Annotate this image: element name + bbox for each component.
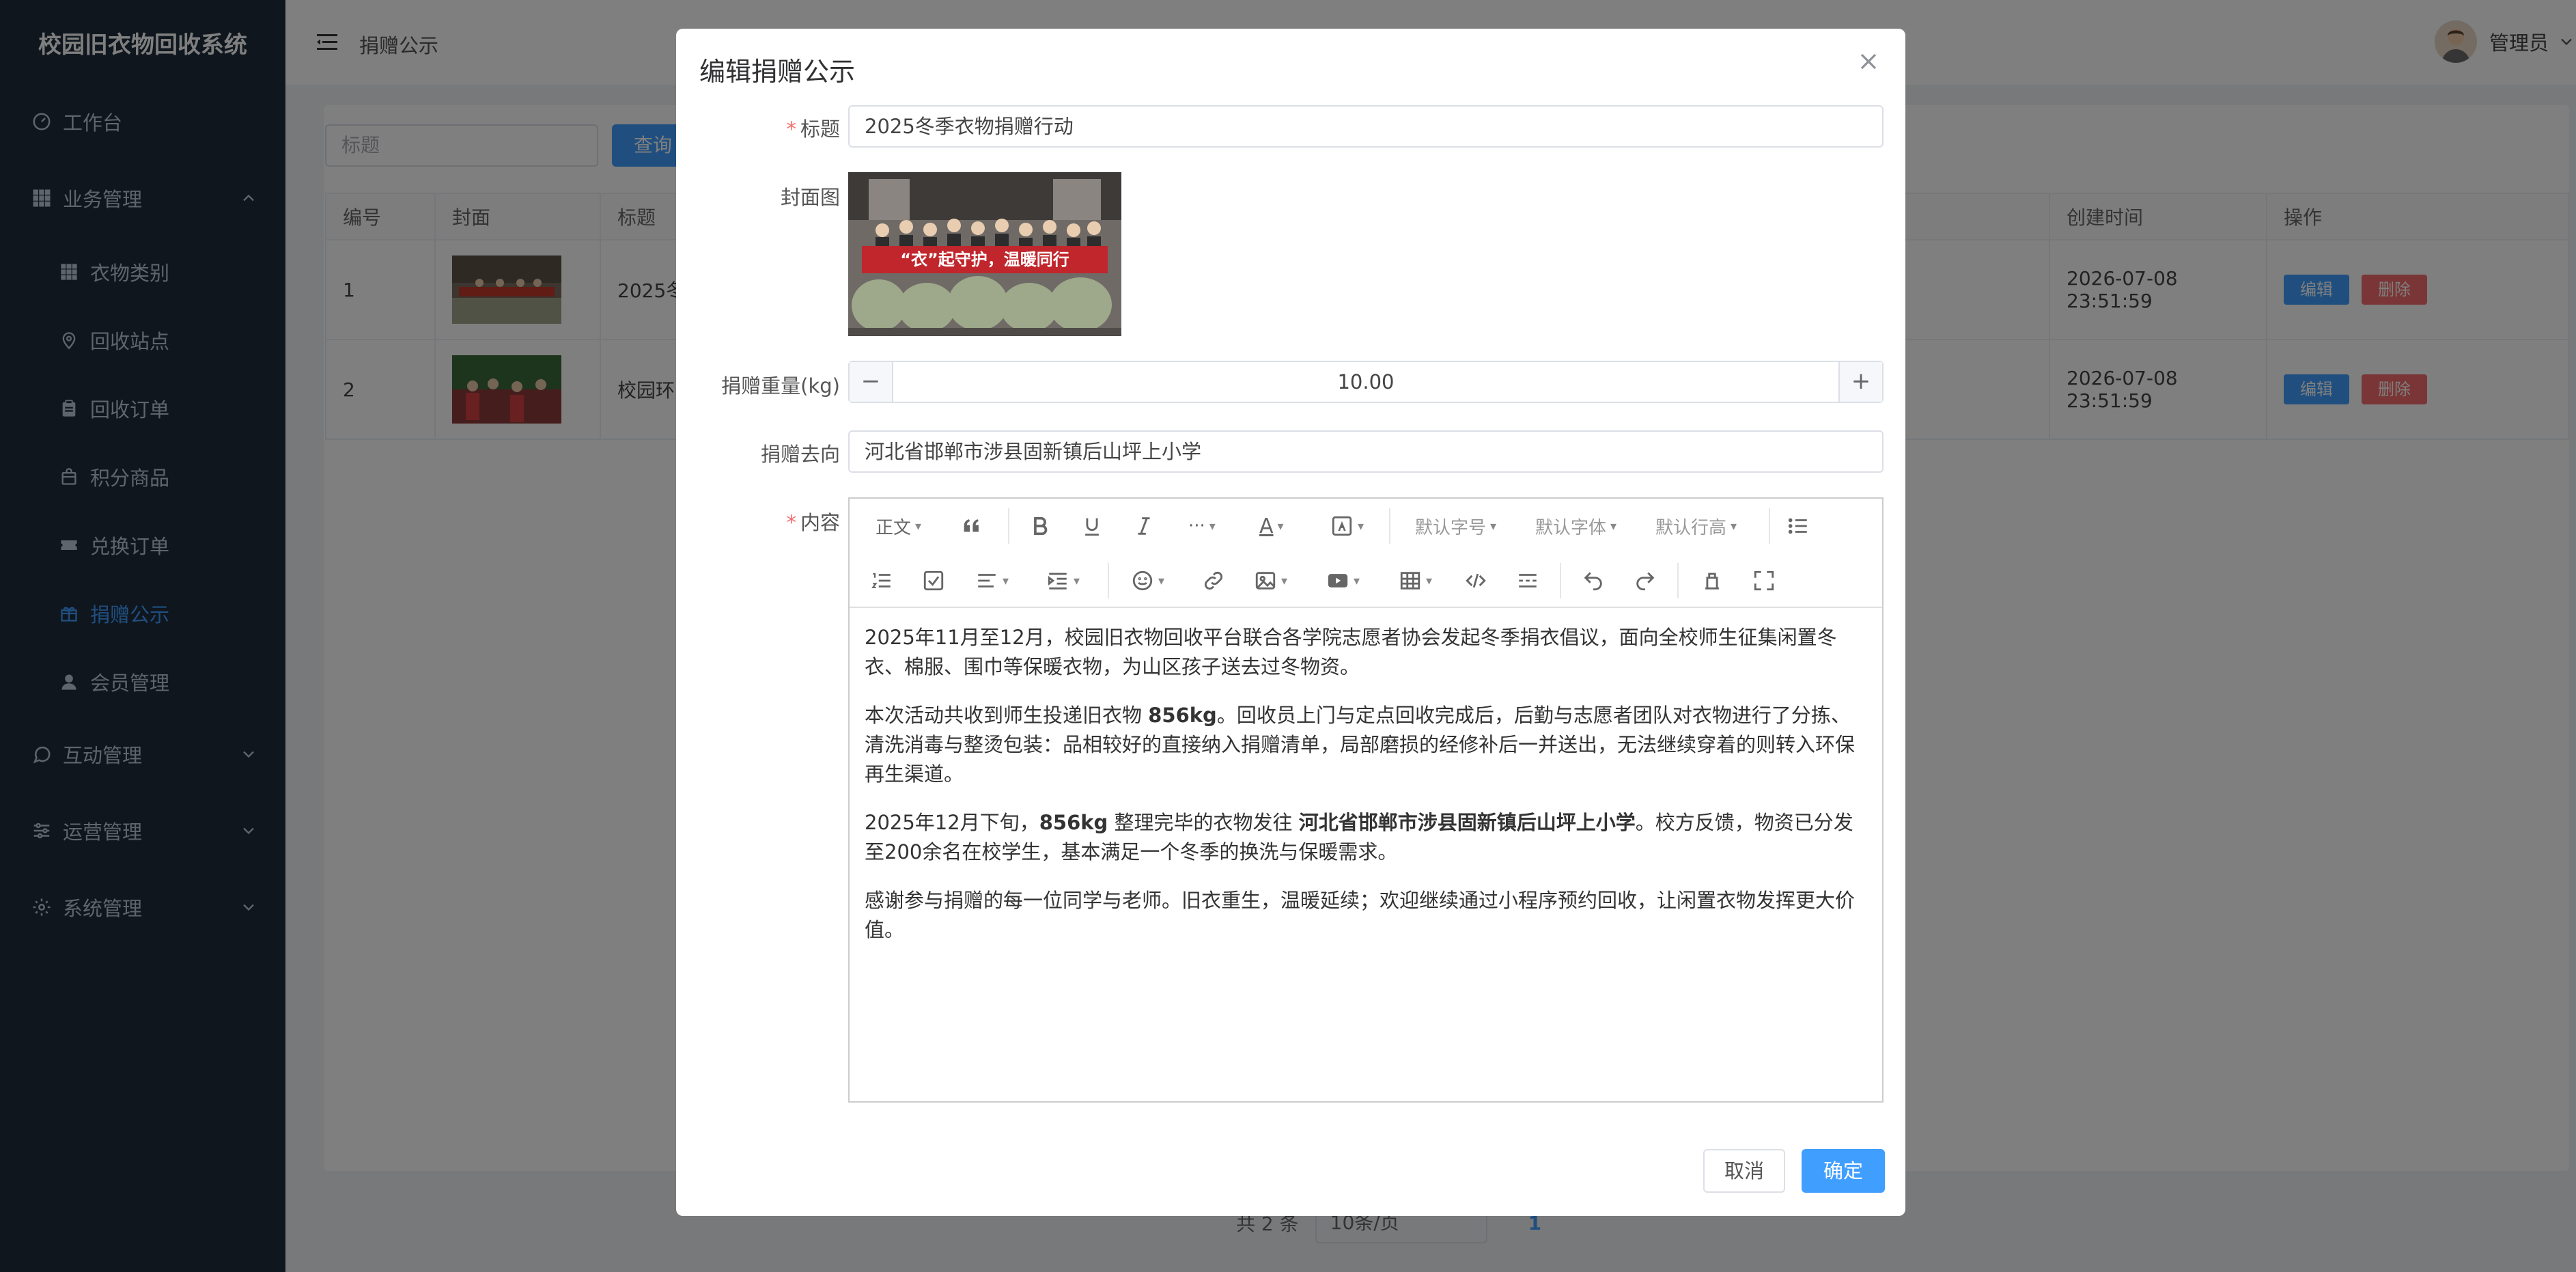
destination-input[interactable]: 河北省邯郸市涉县固新镇后山坪上小学 [848,430,1884,473]
dialog-title: 编辑捐赠公示 [699,57,856,87]
cancel-button[interactable]: 取消 [1703,1149,1785,1193]
weight-value[interactable]: 10.00 [893,362,1838,402]
cover-image-upload[interactable]: “衣”起守护，温暖同行 [848,172,1121,336]
clear-format-icon[interactable] [1700,566,1724,596]
toolbar-separator [1008,508,1009,544]
font-color-icon[interactable]: A ▾ [1259,511,1284,541]
toolbar-separator [1560,563,1561,598]
editor-content[interactable]: 2025年11月至12月，校园旧衣物回收平台联合各学院志愿者协会发起冬季捐衣倡议… [865,623,1868,964]
editor-toolbar: 正文 ▾ ··· ▾ A ▾ ▾ 默认字号 ▾ 默认字体 ▾ 默认行高 ▾ ▾ ▾ ▾ ▾ … [850,499,1882,608]
align-icon[interactable]: ▾ [975,566,1009,596]
content-paragraph: 2025年12月下旬，856kg 整理完毕的衣物发往 河北省邯郸市涉县固新镇后山… [865,811,1853,863]
line-height-select[interactable]: 默认行高 ▾ [1655,511,1737,541]
toolbar-separator [1108,563,1109,598]
toolbar-separator [1769,508,1770,544]
content-paragraph: 2025年11月至12月，校园旧衣物回收平台联合各学院志愿者协会发起冬季捐衣倡议… [865,626,1837,678]
toolbar-separator [1389,508,1390,544]
toolbar-separator [1677,563,1679,598]
title-label: * 标题 [786,117,840,141]
divider-icon[interactable] [1516,566,1539,596]
italic-icon[interactable] [1132,511,1156,541]
blockquote-icon[interactable] [960,511,983,541]
content-paragraph: 本次活动共收到师生投递旧衣物 856kg。回收员上门与定点回收完成后，后勤与志愿… [865,704,1856,786]
content-label: * 内容 [786,511,840,534]
cover-label: 封面图 [780,186,840,209]
increase-button[interactable]: + [1838,362,1882,402]
link-icon[interactable] [1202,566,1225,596]
edit-donation-dialog: 编辑捐赠公示 * 标题 2025冬季衣物捐赠行动 封面图 “衣”起守护，温暖同行 … [676,29,1905,1216]
font-family-select[interactable]: 默认字体 ▾ [1535,511,1616,541]
emoji-icon[interactable]: ▾ [1131,566,1164,596]
bullet-list-icon[interactable] [1787,511,1810,541]
more-format-icon[interactable]: ··· ▾ [1188,511,1216,541]
todo-icon[interactable] [922,566,945,596]
undo-icon[interactable] [1582,566,1605,596]
image-icon[interactable]: ▾ [1254,566,1287,596]
numbered-list-icon[interactable] [870,566,893,596]
underline-icon[interactable] [1080,511,1104,541]
destination-label: 捐赠去向 [760,443,840,466]
background-color-icon[interactable]: ▾ [1330,511,1364,541]
content-paragraph: 感谢参与捐赠的每一位同学与老师。旧衣重生，温暖延续；欢迎继续通过小程序预约回收，… [865,889,1856,941]
table-icon[interactable]: ▾ [1399,566,1432,596]
cover-image: “衣”起守护，温暖同行 [848,172,1121,336]
fullscreen-icon[interactable] [1752,566,1776,596]
cover-banner-text: “衣”起守护，温暖同行 [900,250,1069,269]
video-icon[interactable]: ▾ [1326,566,1360,596]
close-icon[interactable] [1855,48,1882,75]
paragraph-select[interactable]: 正文 ▾ [876,511,921,541]
bold-icon[interactable] [1028,511,1052,541]
font-size-select[interactable]: 默认字号 ▾ [1415,511,1496,541]
indent-icon[interactable]: ▾ [1046,566,1080,596]
decrease-button[interactable]: − [850,362,893,402]
redo-icon[interactable] [1634,566,1657,596]
rich-text-editor: 正文 ▾ ··· ▾ A ▾ ▾ 默认字号 ▾ 默认字体 ▾ 默认行高 ▾ ▾ ▾ ▾ ▾ … [848,497,1884,1103]
weight-stepper: − 10.00 + [848,361,1884,403]
weight-label: 捐赠重量(kg) [721,374,840,398]
code-icon[interactable] [1464,566,1487,596]
confirm-button[interactable]: 确定 [1802,1149,1885,1193]
title-input[interactable]: 2025冬季衣物捐赠行动 [848,105,1884,148]
